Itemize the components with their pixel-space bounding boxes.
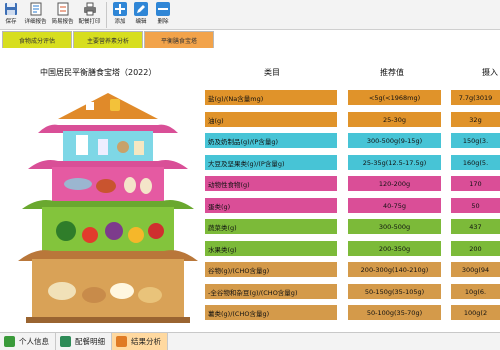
row-recommended: 300-500g(9-15g) (348, 133, 441, 148)
edit-icon (134, 2, 148, 16)
row-intake: 32g (451, 112, 500, 127)
row-recommended: 25-35g(12.5-17.5g) (348, 155, 441, 170)
rice-bowl-icon (110, 283, 134, 299)
row-intake: 7.7g(3019 (451, 90, 500, 105)
header-recommended: 推荐值 (380, 68, 404, 77)
row-intake: 160g(5. (451, 155, 500, 170)
module-tabs: 食物成分评估 主要营养素分析 平衡膳食宝塔 (0, 31, 500, 49)
fish-icon (64, 178, 92, 190)
grape-icon (105, 222, 123, 240)
row-recommended: 25-30g (348, 112, 441, 127)
row-label: 盐(g)/(Na含量mg) (205, 90, 337, 105)
row-intake: 170 (451, 176, 500, 191)
printer-icon (83, 2, 96, 16)
row-recommended: <5g(<1968mg) (348, 90, 441, 105)
milk-carton-icon (76, 135, 88, 155)
tab-balanced-diet-pagoda[interactable]: 平衡膳食宝塔 (144, 31, 214, 48)
toolbar-separator (106, 2, 107, 28)
add-button[interactable]: 添加 (110, 0, 130, 30)
analysis-icon (116, 336, 127, 347)
row-intake: 437 (451, 219, 500, 234)
apple-icon (148, 223, 164, 239)
detail-report-icon (30, 2, 41, 16)
simple-report-label: 简易报告 (51, 19, 74, 25)
tab-personal-info[interactable]: 个人信息 (0, 333, 56, 350)
header-intake: 摄入 (482, 68, 498, 77)
plus-icon (113, 2, 127, 16)
egg-icon-2 (140, 178, 152, 194)
salt-icon (86, 102, 94, 110)
row-label: 谷物(g)/(CHO含量g) (205, 262, 337, 277)
save-label: 保存 (5, 19, 17, 25)
row-label: 薯类(g)/(CHO含量g) (205, 305, 337, 320)
detail-report-button[interactable]: 详细报告 (22, 0, 49, 30)
row-recommended: 200-350g (348, 241, 441, 256)
simple-report-icon (57, 2, 68, 16)
row-recommended: 120-200g (348, 176, 441, 191)
add-label: 添加 (114, 19, 126, 25)
tab-food-composition[interactable]: 食物成分评估 (2, 31, 72, 48)
tab-meal-detail-label: 配餐明细 (75, 337, 105, 346)
bread-icon (48, 282, 76, 300)
simple-report-button[interactable]: 简易报告 (49, 0, 76, 30)
delete-label: 删除 (157, 19, 169, 25)
corn-icon (138, 287, 162, 303)
orange-icon (128, 227, 144, 243)
row-label: 水果类(g) (205, 241, 337, 256)
row-label: 蔬菜类(g) (205, 219, 337, 234)
tab-meal-detail[interactable]: 配餐明细 (56, 333, 112, 350)
row-label: 蛋类(g) (205, 198, 337, 213)
row-recommended: 50-150g(35-105g) (348, 284, 441, 299)
row-label: 动物性食物(g) (205, 176, 337, 191)
delete-button[interactable]: 删除 (152, 0, 174, 30)
nuts-icon (117, 141, 129, 153)
meal-print-button[interactable]: 配餐打印 (76, 0, 103, 30)
main-panel: 中国居民平衡膳食宝塔（2022） 类目 推荐值 摄入 盐(g)/(Na含量mg)… (0, 49, 500, 332)
tab-result-analysis-label: 结果分析 (131, 337, 161, 346)
save-button[interactable]: 保存 (0, 0, 22, 30)
soy-icon (134, 141, 144, 155)
minus-icon (156, 2, 170, 16)
detail-report-label: 详细报告 (24, 19, 47, 25)
pyramid-title: 中国居民平衡膳食宝塔（2022） (40, 68, 157, 77)
header-category: 类目 (264, 68, 280, 77)
row-recommended: 300-500g (348, 219, 441, 234)
row-recommended: 200-300g(140-210g) (348, 262, 441, 277)
row-recommended: 50-100g(35-70g) (348, 305, 441, 320)
save-icon (5, 3, 17, 15)
row-intake: 300g(94 (451, 262, 500, 277)
tab-result-analysis[interactable]: 结果分析 (112, 333, 168, 350)
broccoli-icon (56, 221, 76, 241)
food-pagoda-illustration (18, 93, 198, 323)
row-intake: 200 (451, 241, 500, 256)
meal-print-label: 配餐打印 (78, 19, 101, 25)
person-icon (4, 336, 15, 347)
row-recommended: 40-75g (348, 198, 441, 213)
potato-icon (82, 287, 106, 303)
row-intake: 150g(3. (451, 133, 500, 148)
tomato-icon (82, 227, 98, 243)
edit-label: 编辑 (135, 19, 147, 25)
row-label: 大豆及坚果类(g)/(P含量g) (205, 155, 337, 170)
edit-button[interactable]: 编辑 (130, 0, 152, 30)
row-label: -全谷物和杂豆(g)/(CHO含量g) (205, 284, 337, 299)
detail-icon (60, 336, 71, 347)
tab-personal-info-label: 个人信息 (19, 337, 49, 346)
row-label: 油(g) (205, 112, 337, 127)
row-intake: 100g(2 (451, 305, 500, 320)
yogurt-icon (98, 139, 108, 155)
oil-bottle-icon (110, 99, 120, 111)
tab-nutrient-analysis[interactable]: 主要营养素分析 (73, 31, 143, 48)
row-intake: 10g(6. (451, 284, 500, 299)
toolbar: 保存 详细报告 简易报告 配餐打印 添加 编辑 删除 (0, 0, 500, 30)
bottom-tabs: 个人信息 配餐明细 结果分析 (0, 332, 500, 350)
row-intake: 50 (451, 198, 500, 213)
row-label: 奶及奶制品(g)/(P含量g) (205, 133, 337, 148)
egg-icon (124, 177, 136, 193)
meat-icon (96, 179, 116, 193)
